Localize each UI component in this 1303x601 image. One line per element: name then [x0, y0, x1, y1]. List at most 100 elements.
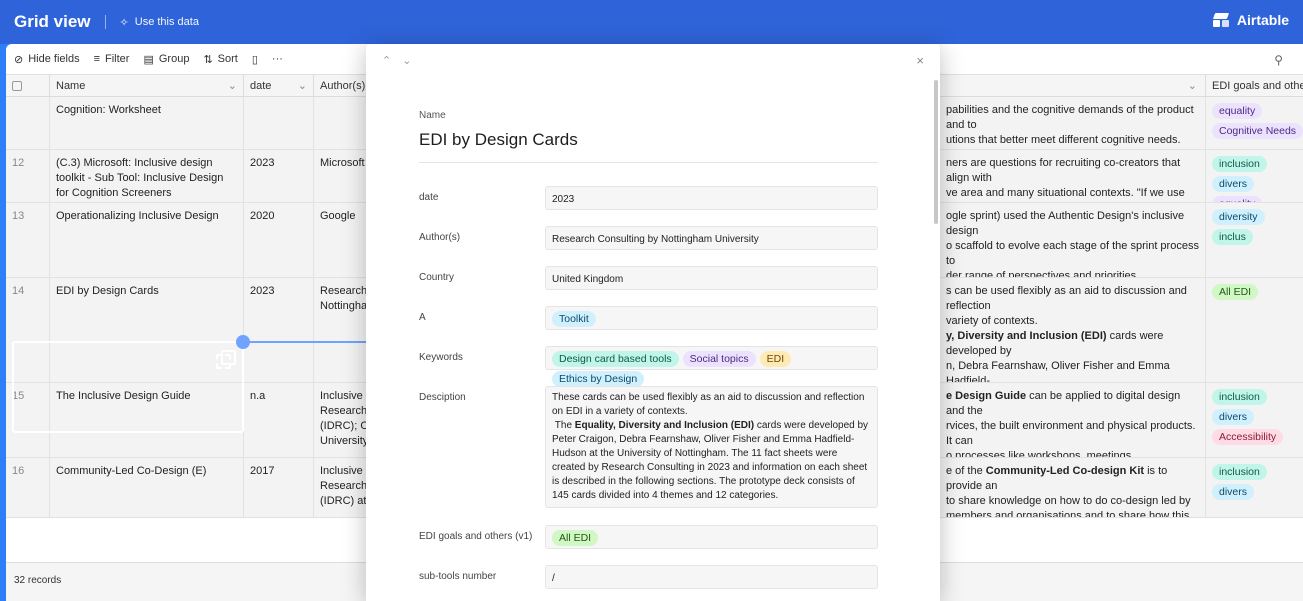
row-number[interactable]: 13 [6, 203, 50, 277]
view-title[interactable]: Grid view [14, 12, 91, 32]
more-label: ··· [271, 53, 283, 65]
tag: divers [1212, 409, 1255, 425]
cell-date[interactable]: n.a [244, 383, 314, 457]
tag-list: equality Cognitive Needs [1212, 103, 1303, 139]
keywords-field-label: Keywords [419, 352, 463, 363]
cell-date[interactable] [244, 97, 314, 149]
filter-icon: ≡ [93, 53, 100, 65]
use-this-data-button[interactable]: ✧ Use this data [120, 16, 199, 29]
tag: divers [1212, 176, 1255, 192]
checkbox-icon [12, 81, 22, 91]
row-height-icon: ▯ [251, 53, 258, 66]
selected-row-highlight [12, 341, 244, 433]
expand-record-icon[interactable] [216, 350, 236, 370]
edi-goals-field[interactable]: All EDI [545, 525, 878, 549]
keyword-tag: Design card based tools [552, 351, 679, 367]
cell-date[interactable]: 2020 [244, 203, 314, 277]
edi-field-label: EDI goals and others (v1) [419, 531, 533, 542]
filter-button[interactable]: ≡ Filter [94, 53, 130, 65]
cell-edi-goals[interactable]: diversity inclus [1206, 203, 1303, 277]
row-height-button[interactable]: ▯ [252, 53, 258, 66]
keywords-field[interactable]: Design card based tools Social topics EDI E… [545, 346, 878, 387]
sort-icon: ⇅ [203, 53, 213, 66]
subtools-field[interactable]: / [545, 565, 878, 589]
modal-scrollbar[interactable] [934, 80, 938, 224]
tag-list: diversity inclus [1212, 209, 1297, 245]
tag: inclusion [1212, 389, 1267, 405]
search-icon[interactable]: ⚲ [1274, 53, 1283, 67]
cell-name[interactable]: (C.3) Microsoft: Inclusive design toolki… [50, 150, 244, 202]
chevron-down-icon: ⌄ [297, 80, 307, 92]
column-header-edi-goals[interactable]: EDI goals and othe [1206, 75, 1303, 97]
cell-date[interactable]: 2023 [244, 278, 314, 382]
close-icon[interactable]: × [916, 53, 924, 68]
a-field-label: A [419, 312, 426, 323]
cell-name[interactable]: Operationalizing Inclusive Design [50, 203, 244, 277]
hide-fields-button[interactable]: ⊘ Hide fields [14, 53, 80, 66]
description-field-label: Desciption [419, 392, 466, 403]
tag: All EDI [1212, 284, 1259, 300]
subtools-field-label: sub-tools number [419, 571, 497, 582]
description-field[interactable]: These cards can be used flexibly as an a… [545, 386, 878, 508]
tag: equality [1212, 196, 1263, 202]
record-name[interactable]: EDI by Design Cards [419, 130, 578, 150]
author-field[interactable]: Research Consulting by Nottingham Univer… [545, 226, 878, 250]
tag: diversity [1212, 209, 1265, 225]
column-date-label: date [250, 80, 272, 92]
group-icon: ▤ [143, 53, 154, 66]
a-field[interactable]: Toolkit [545, 306, 878, 330]
toolkit-tag: Toolkit [552, 311, 596, 327]
cell-edi-goals[interactable]: inclusion divers [1206, 458, 1303, 517]
record-count: 32 records [14, 575, 62, 586]
sort-button[interactable]: ⇅ Sort [203, 53, 237, 66]
keyword-tag: EDI [759, 351, 792, 367]
tag: Accessibility [1212, 429, 1284, 445]
airtable-logo[interactable]: Airtable [1212, 12, 1289, 28]
cell-edi-goals[interactable]: All EDI [1206, 278, 1303, 382]
more-button[interactable]: ··· [272, 53, 283, 65]
tag-list: inclusion divers Accessibility [1212, 389, 1297, 445]
cell-edi-goals[interactable]: inclusiondiversequalityCognit [1206, 150, 1303, 202]
row-number[interactable]: 16 [6, 458, 50, 517]
tag: equality [1212, 103, 1263, 119]
chevron-down-icon: ⌄ [1187, 80, 1197, 92]
column-edi-label: EDI goals and othe [1212, 80, 1303, 92]
row-number[interactable] [6, 97, 50, 149]
cell-date[interactable]: 2017 [244, 458, 314, 517]
keyword-tag: Ethics by Design [552, 371, 645, 387]
date-field-label: date [419, 192, 439, 203]
header-divider [104, 15, 106, 29]
tag-list: All EDI [1212, 284, 1297, 300]
chevron-up-icon[interactable]: ⌃ [382, 55, 395, 67]
date-field[interactable]: 2023 [545, 186, 878, 210]
column-header-date[interactable]: date ⌄ [244, 75, 314, 97]
cell-edi-goals[interactable]: equality Cognitive Needs [1206, 97, 1303, 149]
app-header: Grid view ✧ Use this data Airtable [0, 0, 1303, 44]
keywords-tag-list: Design card based tools Social topics EDI E… [552, 351, 871, 387]
column-header-name[interactable]: Name ⌄ [50, 75, 244, 97]
country-field[interactable]: United Kingdom [545, 266, 878, 290]
record-navigation[interactable]: ⌃ ⌄ [382, 54, 416, 67]
tag: inclusion [1212, 156, 1267, 172]
hide-fields-label: Hide fields [28, 53, 80, 65]
airtable-logo-icon [1212, 13, 1231, 27]
cell-name[interactable]: Community-Led Co-Design (E) [50, 458, 244, 517]
cell-name[interactable]: Cognition: Worksheet [50, 97, 244, 149]
all-edi-tag: All EDI [552, 530, 599, 546]
name-field-label: Name [419, 110, 446, 121]
keyword-tag: Social topics [682, 351, 756, 367]
tag: Cognitive Needs [1212, 123, 1303, 139]
eye-slash-icon: ⊘ [14, 53, 24, 66]
filter-label: Filter [105, 53, 130, 65]
select-all-checkbox[interactable] [6, 75, 50, 97]
row-number[interactable]: 12 [6, 150, 50, 202]
sparkle-icon: ✧ [119, 16, 129, 29]
column-authors-label: Author(s) [320, 80, 366, 92]
chevron-down-icon[interactable]: ⌄ [402, 55, 415, 67]
tag: inclusion [1212, 464, 1267, 480]
group-button[interactable]: ▤ Group [143, 53, 189, 66]
cell-edi-goals[interactable]: inclusion divers Accessibility [1206, 383, 1303, 457]
tag-list: inclusion divers [1212, 464, 1297, 500]
cell-date[interactable]: 2023 [244, 150, 314, 202]
chevron-down-icon: ⌄ [227, 80, 237, 92]
